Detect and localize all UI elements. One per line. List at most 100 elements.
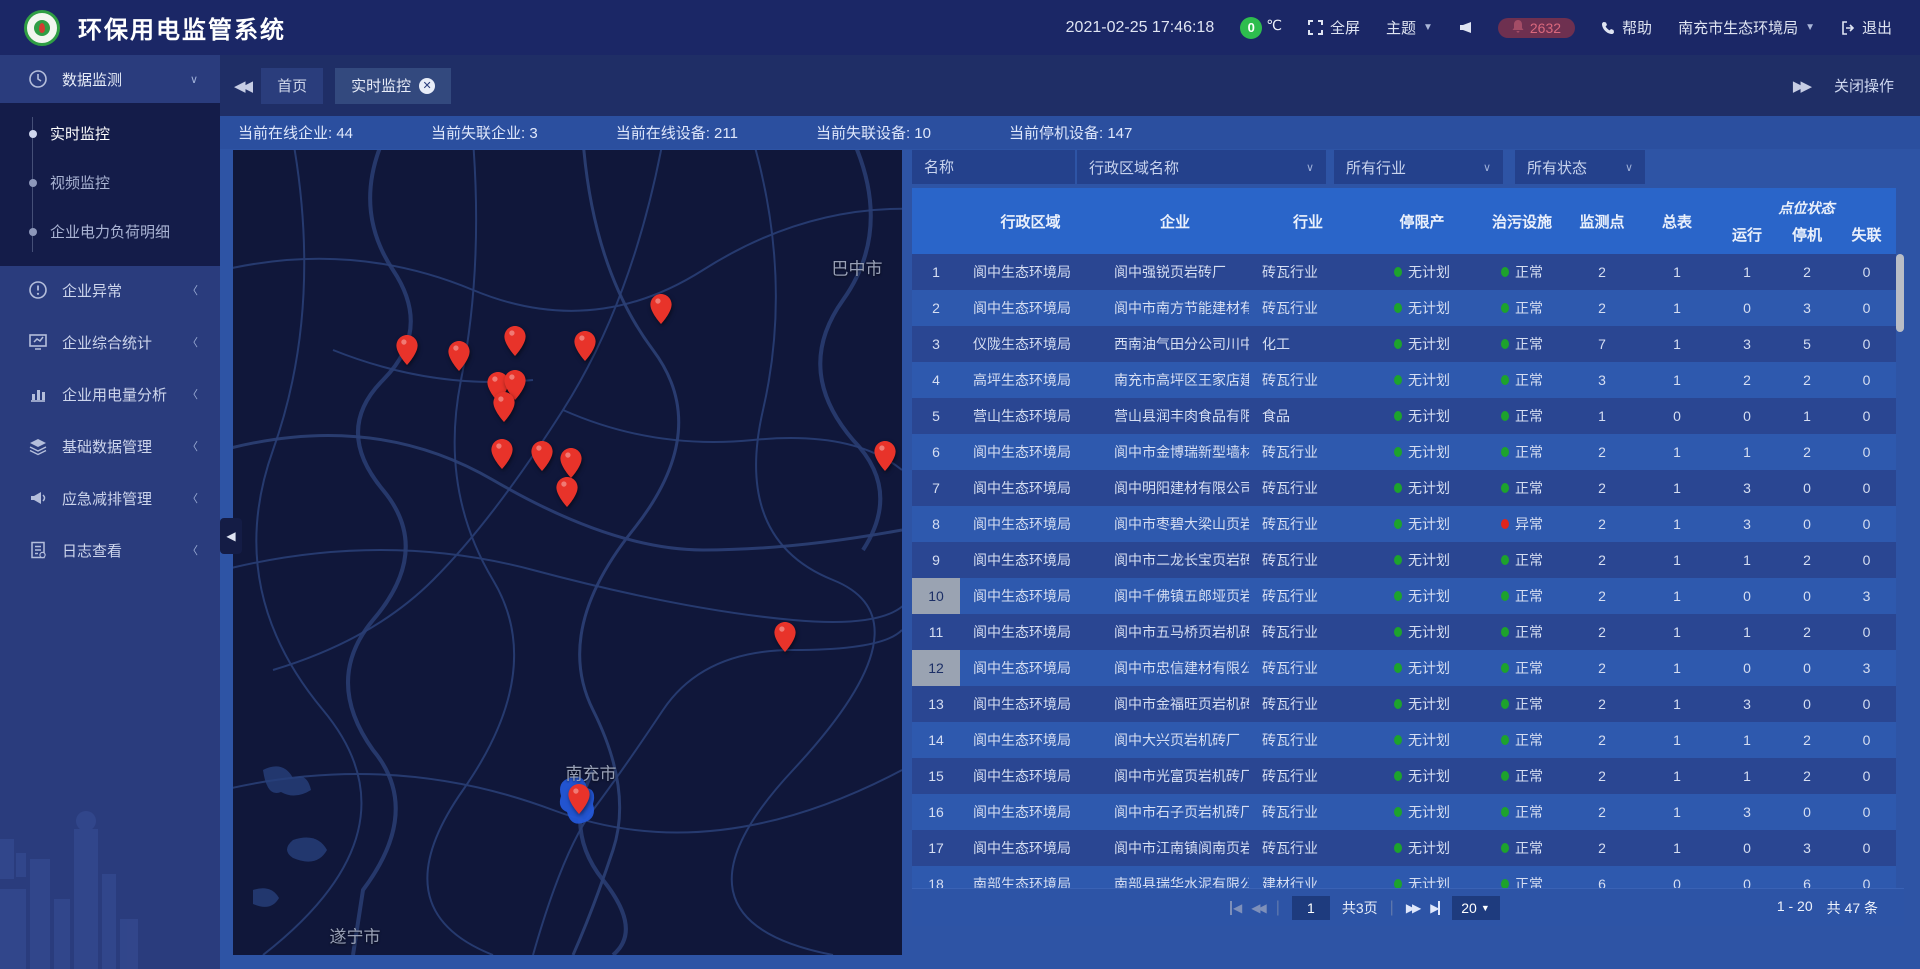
cell-points: 2 xyxy=(1567,758,1637,794)
industry-filter-select[interactable]: 所有行业 ∨ xyxy=(1334,150,1503,184)
cell-region: 阆中生态环境局 xyxy=(960,722,1101,758)
map-marker-pin[interactable] xyxy=(650,294,672,324)
table-row[interactable]: 14阆中生态环境局阆中大兴页岩机砖厂砖瓦行业无计划正常21120 xyxy=(912,722,1896,758)
cell-region: 阆中生态环境局 xyxy=(960,290,1101,326)
cell-halt: 0 xyxy=(1777,794,1837,830)
first-page-button[interactable]: ◀ xyxy=(1230,901,1239,915)
theme-dropdown[interactable]: 主题 ▼ xyxy=(1386,17,1433,38)
chevron-down-icon: ▼ xyxy=(1423,22,1433,33)
row-index: 2 xyxy=(912,290,960,326)
chart-icon xyxy=(28,384,48,404)
table-row[interactable]: 8阆中生态环境局阆中市枣碧大梁山页岩砖瓦行业无计划异常21300 xyxy=(912,506,1896,542)
sidebar-item-4[interactable]: 基础数据管理〈 xyxy=(0,422,220,470)
table-row[interactable]: 13阆中生态环境局阆中市金福旺页岩机砖砖瓦行业无计划正常21300 xyxy=(912,686,1896,722)
col-meters: 总表 xyxy=(1637,188,1717,254)
cell-halt: 0 xyxy=(1777,470,1837,506)
sound-button[interactable] xyxy=(1459,21,1472,34)
sidebar-item-6[interactable]: 日志查看〈 xyxy=(0,526,220,574)
name-filter-input[interactable] xyxy=(924,159,1063,176)
cell-lost: 3 xyxy=(1837,578,1896,614)
cell-company: 阆中市二龙长宝页岩砖 xyxy=(1101,542,1249,578)
map-marker-pin[interactable] xyxy=(396,335,418,365)
map-marker-pin[interactable] xyxy=(556,477,578,507)
cell-stop-status: 无计划 xyxy=(1367,254,1477,290)
table-row[interactable]: 16阆中生态环境局阆中市石子页岩机砖厂砖瓦行业无计划正常21300 xyxy=(912,794,1896,830)
status-dot-green xyxy=(1501,303,1509,313)
table-row[interactable]: 5营山生态环境局营山县润丰肉食品有限食品无计划正常10010 xyxy=(912,398,1896,434)
notification-badge[interactable]: 2632 xyxy=(1498,18,1575,38)
page-size-select[interactable]: 20 ▼ xyxy=(1452,896,1500,920)
table-row[interactable]: 7阆中生态环境局阆中明阳建材有限公司砖瓦行业无计划正常21300 xyxy=(912,470,1896,506)
help-button[interactable]: 帮助 xyxy=(1601,17,1652,38)
prev-page-button[interactable]: ◀◀ xyxy=(1251,901,1263,915)
fullscreen-button[interactable]: 全屏 xyxy=(1308,17,1360,38)
map-marker-pin[interactable] xyxy=(531,441,553,471)
skyline-decoration xyxy=(0,769,220,969)
last-page-button[interactable]: ▶ xyxy=(1430,901,1439,915)
table-row[interactable]: 4高坪生态环境局南充市高坪区王家店建砖瓦行业无计划正常31220 xyxy=(912,362,1896,398)
cell-stop-status: 无计划 xyxy=(1367,722,1477,758)
sidebar-item-2[interactable]: 企业综合统计〈 xyxy=(0,318,220,366)
page-number-input[interactable]: 1 xyxy=(1292,896,1330,920)
map-panel[interactable]: 巴中市南充市遂宁市 xyxy=(233,150,902,955)
panel-collapse-handle[interactable]: ◀ xyxy=(220,518,242,554)
tabs-scroll-left-icon[interactable]: ◀◀ xyxy=(234,77,249,95)
tab-home[interactable]: 首页 xyxy=(261,68,323,104)
table-row[interactable]: 2阆中生态环境局阆中市南方节能建材有砖瓦行业无计划正常21030 xyxy=(912,290,1896,326)
map-marker-pin[interactable] xyxy=(568,784,590,814)
region-filter-select[interactable]: 行政区域名称 ∨ xyxy=(1077,150,1326,184)
map-marker-pin[interactable] xyxy=(560,448,582,478)
row-index: 16 xyxy=(912,794,960,830)
logout-button[interactable]: 退出 xyxy=(1841,17,1892,38)
sidebar-item-0[interactable]: 数据监测∨ xyxy=(0,55,220,103)
total-pages-label: 共3页 xyxy=(1342,898,1378,918)
col-group-point-status: 点位状态 xyxy=(1717,198,1896,224)
chevron-down-icon: ∨ xyxy=(1615,161,1633,174)
sidebar-subitem[interactable]: 视频监控 xyxy=(0,158,220,207)
table-row[interactable]: 10阆中生态环境局阆中千佛镇五郎垭页岩砖瓦行业无计划正常21003 xyxy=(912,578,1896,614)
cell-facility-status: 正常 xyxy=(1477,434,1567,470)
tabs-scroll-right-icon[interactable]: ▶▶ xyxy=(1793,77,1808,95)
sidebar-item-5[interactable]: 应急减排管理〈 xyxy=(0,474,220,522)
chevron-icon: 〈 xyxy=(187,490,198,506)
cell-region: 阆中生态环境局 xyxy=(960,758,1101,794)
table-row[interactable]: 9阆中生态环境局阆中市二龙长宝页岩砖砖瓦行业无计划正常21120 xyxy=(912,542,1896,578)
map-marker-pin[interactable] xyxy=(493,392,515,422)
sidebar-subitem[interactable]: 实时监控 xyxy=(0,109,220,158)
cell-meters: 1 xyxy=(1637,758,1717,794)
table-row[interactable]: 17阆中生态环境局阆中市江南镇阆南页岩砖瓦行业无计划正常21030 xyxy=(912,830,1896,866)
sidebar-subitem[interactable]: 企业电力负荷明细 xyxy=(0,207,220,256)
status-dot-green xyxy=(1394,663,1402,673)
next-page-button[interactable]: ▶▶ xyxy=(1406,901,1418,915)
cell-run: 0 xyxy=(1717,398,1777,434)
cell-facility-status: 正常 xyxy=(1477,722,1567,758)
table-row[interactable]: 3仪陇生态环境局西南油气田分公司川中化工无计划正常71350 xyxy=(912,326,1896,362)
tab-close-icon[interactable]: ✕ xyxy=(419,78,435,94)
table-row[interactable]: 1阆中生态环境局阆中强锐页岩砖厂砖瓦行业无计划正常21120 xyxy=(912,254,1896,290)
temperature-badge: 0 xyxy=(1240,17,1262,39)
sidebar-item-3[interactable]: 企业用电量分析〈 xyxy=(0,370,220,418)
map-marker-pin[interactable] xyxy=(774,622,796,652)
close-operations-button[interactable]: 关闭操作 xyxy=(1834,75,1894,96)
table-row[interactable]: 15阆中生态环境局阆中市光富页岩机砖厂砖瓦行业无计划正常21120 xyxy=(912,758,1896,794)
map-marker-pin[interactable] xyxy=(574,331,596,361)
row-index: 10 xyxy=(912,578,960,614)
cell-points: 2 xyxy=(1567,542,1637,578)
status-filter-select[interactable]: 所有状态 ∨ xyxy=(1515,150,1645,184)
table-row[interactable]: 6阆中生态环境局阆中市金博瑞新型墙材砖瓦行业无计划正常21120 xyxy=(912,434,1896,470)
table-row[interactable]: 12阆中生态环境局阆中市忠信建材有限公砖瓦行业无计划正常21003 xyxy=(912,650,1896,686)
sidebar-item-1[interactable]: 企业异常〈 xyxy=(0,266,220,314)
map-marker-pin[interactable] xyxy=(504,326,526,356)
map-marker-pin[interactable] xyxy=(874,441,896,471)
org-dropdown[interactable]: 南充市生态环境局 ▼ xyxy=(1678,17,1815,38)
table-row[interactable]: 11阆中生态环境局阆中市五马桥页岩机砖砖瓦行业无计划正常21120 xyxy=(912,614,1896,650)
tab-realtime-monitor[interactable]: 实时监控✕ xyxy=(335,68,451,104)
cell-industry: 砖瓦行业 xyxy=(1249,434,1367,470)
table-row[interactable]: 18南部生态环境局南部县瑞华水泥有限公建材行业无计划正常60060 xyxy=(912,866,1896,888)
status-dot-green xyxy=(1394,879,1402,888)
status-dot-green xyxy=(1501,879,1509,888)
map-marker-pin[interactable] xyxy=(448,341,470,371)
cell-lost: 0 xyxy=(1837,362,1896,398)
table-scrollbar[interactable] xyxy=(1896,254,1904,332)
map-marker-pin[interactable] xyxy=(491,439,513,469)
